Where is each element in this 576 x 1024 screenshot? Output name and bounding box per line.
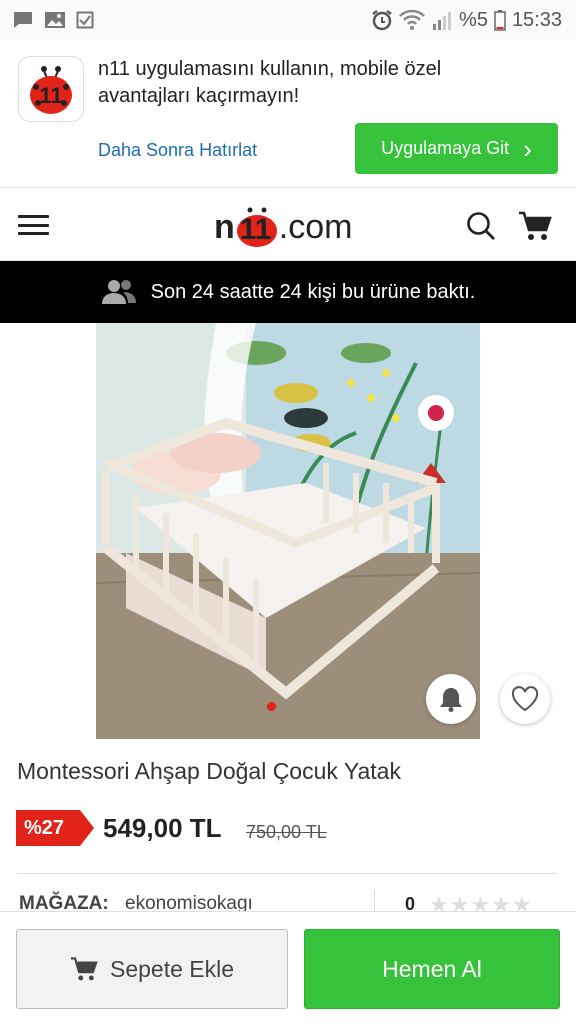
favorite-button[interactable] — [500, 674, 550, 724]
go-to-app-label: Uygulamaya Git — [381, 138, 510, 158]
app-banner: 11 n11 uygulamasını kullanın, mobile öze… — [0, 40, 576, 188]
product-gallery[interactable] — [0, 323, 576, 743]
divider — [17, 873, 557, 874]
bottom-action-bar: Sepete Ekle Hemen Al — [0, 911, 576, 1024]
store-label: MAĞAZA: — [19, 893, 109, 912]
rating-count: 0 — [405, 894, 416, 912]
heart-icon — [511, 686, 539, 712]
remind-later-link[interactable]: Daha Sonra Hatırlat — [98, 140, 257, 161]
search-icon[interactable] — [466, 211, 496, 241]
product-image[interactable] — [96, 323, 480, 739]
checkbox-icon — [76, 11, 94, 29]
users-icon — [101, 280, 136, 304]
cart-icon[interactable] — [518, 210, 552, 242]
logo-n: n — [214, 208, 235, 246]
add-to-cart-label: Sepete Ekle — [109, 955, 235, 982]
battery-percent: %5 — [459, 8, 488, 31]
buy-now-button[interactable]: Hemen Al — [304, 929, 560, 1009]
viewers-notice: Son 24 saatte 24 kişi bu ürüne baktı. — [0, 261, 576, 323]
status-time: 15:33 — [511, 8, 562, 31]
wifi-icon — [399, 9, 425, 30]
viewers-notice-text: Son 24 saatte 24 kişi bu ürüne baktı. — [150, 280, 476, 303]
alarm-icon — [372, 10, 392, 31]
store-separator — [374, 890, 375, 912]
app-banner-text: n11 uygulamasını kullanın, mobile özel a… — [98, 58, 442, 107]
menu-icon[interactable] — [18, 215, 49, 235]
chat-icon — [14, 12, 32, 28]
add-to-cart-button[interactable]: Sepete Ekle — [16, 929, 288, 1009]
signal-icon — [433, 12, 452, 30]
discount-badge: %27 — [16, 810, 94, 846]
svg-text:11: 11 — [39, 83, 62, 108]
store-row: MAĞAZA: ekonomisokagı 0 ★★★★★ — [17, 890, 557, 912]
go-to-app-button[interactable]: Uygulamaya Git › — [355, 123, 558, 174]
status-bar: %5 15:33 — [0, 0, 576, 40]
product-old-price: 750,00 TL — [246, 822, 327, 842]
buy-now-label: Hemen Al — [382, 955, 482, 982]
logo-11: 11 — [239, 213, 272, 246]
gallery-dot-active[interactable] — [267, 702, 276, 711]
site-header: n 11 .com — [0, 189, 576, 261]
logo-com: .com — [278, 208, 353, 246]
chevron-right-icon: › — [523, 133, 532, 164]
site-logo[interactable]: n 11 .com — [214, 201, 352, 247]
bell-icon — [440, 688, 462, 712]
app-logo-icon: 11 — [18, 56, 84, 122]
product-price: 549,00 TL — [103, 813, 222, 843]
cart-icon — [70, 957, 98, 981]
product-title: Montessori Ahşap Doğal Çocuk Yatak — [17, 758, 401, 784]
status-bar-right: %5 15:33 — [371, 9, 562, 32]
rating-stars[interactable]: ★★★★★ — [429, 892, 533, 912]
image-icon — [45, 12, 65, 28]
battery-icon — [494, 10, 506, 31]
logo-ladybug-11: 11 — [236, 207, 278, 247]
store-name-link[interactable]: ekonomisokagı — [125, 893, 253, 912]
price-alert-button[interactable] — [426, 674, 476, 724]
status-bar-left — [12, 10, 94, 30]
